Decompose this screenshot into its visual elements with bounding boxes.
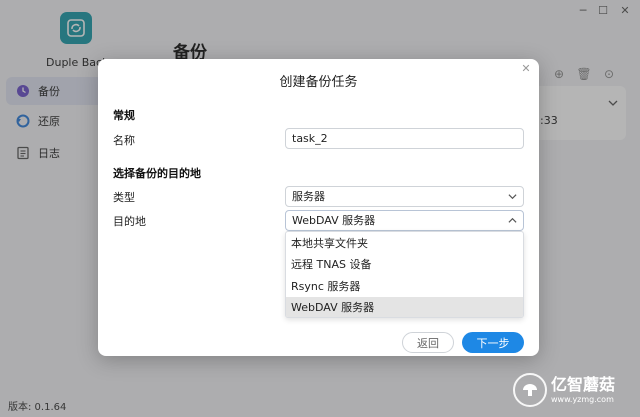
name-label: 名称 bbox=[113, 134, 135, 147]
chevron-up-icon bbox=[508, 216, 517, 225]
type-select[interactable]: 服务器 bbox=[285, 186, 524, 207]
next-button[interactable]: 下一步 bbox=[462, 332, 524, 353]
dialog-title: 创建备份任务 bbox=[279, 75, 358, 90]
back-button[interactable]: 返回 bbox=[402, 332, 454, 353]
destination-selected-value: WebDAV 服务器 bbox=[292, 214, 376, 227]
task-name-input[interactable]: task_2 bbox=[285, 128, 524, 149]
section-general-heading: 常规 bbox=[113, 109, 135, 122]
type-selected-value: 服务器 bbox=[292, 190, 325, 203]
close-icon[interactable]: ✕ bbox=[519, 62, 533, 76]
destination-label: 目的地 bbox=[113, 215, 146, 228]
dropdown-option-local-share[interactable]: 本地共享文件夹 bbox=[286, 232, 523, 254]
dropdown-option-remote-tnas[interactable]: 远程 TNAS 设备 bbox=[286, 254, 523, 276]
type-label: 类型 bbox=[113, 191, 135, 204]
dropdown-option-rsync[interactable]: Rsync 服务器 bbox=[286, 275, 523, 297]
task-name-value: task_2 bbox=[292, 132, 328, 145]
mushroom-logo-icon bbox=[513, 373, 547, 407]
watermark-brand: 亿智蘑菇 bbox=[551, 375, 616, 394]
create-backup-task-dialog: 创建备份任务 ✕ 常规 名称 task_2 选择备份的目的地 类型 服务器 目的… bbox=[98, 59, 539, 356]
destination-select[interactable]: WebDAV 服务器 bbox=[285, 210, 524, 231]
dropdown-option-webdav[interactable]: WebDAV 服务器 bbox=[286, 296, 523, 317]
destination-dropdown-list: 本地共享文件夹 远程 TNAS 设备 Rsync 服务器 WebDAV 服务器 bbox=[285, 231, 524, 318]
watermark: 亿智蘑菇 www.yzmg.com bbox=[513, 368, 633, 412]
chevron-down-icon bbox=[508, 192, 517, 201]
watermark-url: www.yzmg.com bbox=[551, 395, 614, 404]
section-destination-heading: 选择备份的目的地 bbox=[113, 167, 201, 180]
